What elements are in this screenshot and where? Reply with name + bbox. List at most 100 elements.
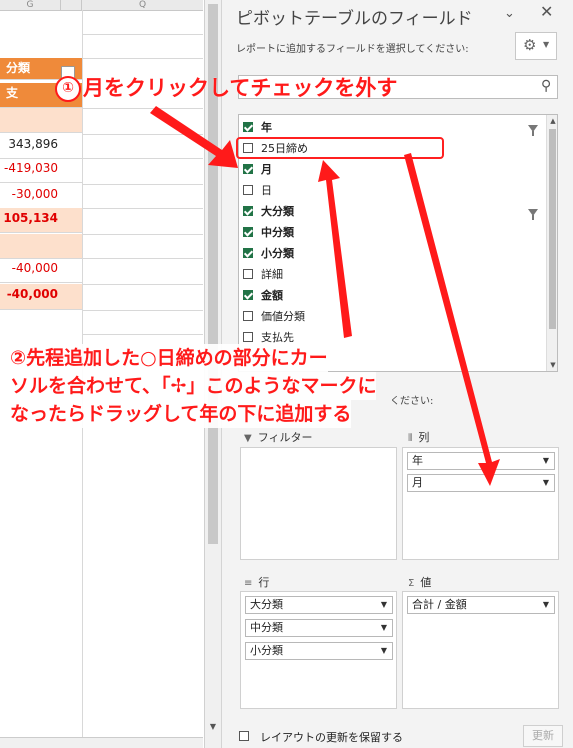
field-checkbox[interactable]	[243, 122, 253, 132]
sheet-horizontal-scrollbar[interactable]	[0, 737, 203, 748]
field-checkbox[interactable]	[243, 206, 253, 216]
scroll-down-icon[interactable]: ▼	[547, 359, 557, 371]
field-label: 小分類	[261, 247, 294, 260]
values-chip-sum[interactable]: 合計 / 金額 ▼	[407, 596, 555, 614]
field-item[interactable]: 詳細	[243, 265, 283, 285]
rows-chip-major[interactable]: 大分類 ▼	[245, 596, 393, 614]
field-label: 大分類	[261, 205, 294, 218]
field-label: 年	[261, 121, 272, 134]
filter-area-header: ▼ フィルター	[244, 429, 312, 445]
filter-funnel-icon	[528, 209, 538, 220]
step2-line1: ②先程追加した○日締めの部分にカー	[10, 344, 328, 372]
chevron-down-icon: ▼	[543, 40, 550, 49]
close-icon[interactable]: ✕	[540, 2, 553, 21]
dropdown-icon: ▼	[380, 646, 387, 655]
field-item[interactable]: 日	[243, 181, 272, 201]
columns-chip-year[interactable]: 年 ▼	[407, 452, 555, 470]
dropdown-icon: ▼	[542, 478, 549, 487]
defer-update-checkbox[interactable]	[239, 731, 249, 741]
step1-text: 月をクリックしてチェックを外す	[83, 76, 398, 100]
chip-label: 年	[412, 454, 423, 467]
field-item[interactable]: 大分類	[243, 202, 294, 222]
step2-line2: ソルを合わせて、「✢」このようなマークに	[10, 372, 377, 400]
sheet-cell[interactable]: -40,000	[0, 258, 82, 283]
search-icon: ⚲	[540, 78, 551, 94]
row-line	[82, 184, 203, 185]
field-item[interactable]: 中分類	[243, 223, 294, 243]
values-drop-area[interactable]: 合計 / 金額 ▼	[402, 591, 559, 709]
row-line	[82, 258, 203, 259]
rows-icon: ≡	[244, 578, 253, 589]
chip-label: 小分類	[250, 644, 283, 657]
field-label: 月	[261, 163, 272, 176]
field-item[interactable]: 価値分類	[243, 307, 305, 327]
column-header-blank[interactable]	[61, 0, 82, 11]
field-item[interactable]: 金額	[243, 286, 283, 306]
sheet-cell[interactable]: -40,000	[0, 284, 82, 310]
update-button[interactable]: 更新	[523, 725, 563, 747]
filter-drop-area[interactable]	[240, 447, 397, 560]
rows-chip-medium[interactable]: 中分類 ▼	[245, 619, 393, 637]
field-checkbox[interactable]	[243, 269, 253, 279]
dropdown-icon: ▼	[380, 623, 387, 632]
step1-number: ①	[55, 76, 81, 102]
field-checkbox[interactable]	[243, 164, 253, 174]
field-list-scrollbar[interactable]: ▲ ▼	[546, 115, 557, 371]
sheet-cell[interactable]: -30,000	[0, 184, 82, 209]
columns-drop-area[interactable]: 年 ▼ 月 ▼	[402, 447, 559, 560]
values-area-header: Σ値	[408, 574, 431, 590]
filter-area-label: フィルター	[257, 431, 313, 444]
chip-label: 合計 / 金額	[412, 598, 467, 611]
scroll-down-icon[interactable]: ▼	[205, 720, 221, 734]
pane-subtitle: レポートに追加するフィールドを選択してください:	[236, 44, 469, 55]
rows-chip-minor[interactable]: 小分類 ▼	[245, 642, 393, 660]
column-header-g[interactable]: G	[0, 0, 61, 11]
columns-area-label: 列	[418, 431, 430, 444]
chip-label: 大分類	[250, 598, 283, 611]
field-label: 中分類	[261, 226, 294, 239]
chevron-down-icon[interactable]: ⌄	[504, 6, 515, 21]
dropdown-icon: ▼	[542, 456, 549, 465]
row-line	[82, 234, 203, 235]
field-checkbox[interactable]	[243, 332, 253, 342]
columns-chip-month[interactable]: 月 ▼	[407, 474, 555, 492]
dropdown-icon: ▼	[542, 600, 549, 609]
sigma-icon: Σ	[408, 578, 415, 589]
field-label: 金額	[261, 289, 283, 302]
sheet-cell[interactable]	[0, 234, 82, 259]
row-line	[82, 158, 203, 159]
field-label: 詳細	[261, 268, 283, 281]
sheet-cell[interactable]: -419,030	[0, 158, 82, 183]
filter-funnel-icon	[528, 125, 538, 136]
step1-annotation: ① 月をクリックしてチェックを外す	[55, 72, 397, 102]
row-line	[82, 34, 203, 35]
scroll-thumb[interactable]	[549, 129, 556, 329]
field-checkbox[interactable]	[243, 290, 253, 300]
column-header-q[interactable]: Q	[82, 0, 203, 11]
header-expense-label: 支	[6, 86, 19, 100]
rows-drop-area[interactable]: 大分類 ▼ 中分類 ▼ 小分類 ▼	[240, 591, 397, 709]
row-line	[82, 108, 203, 109]
scroll-up-icon[interactable]: ▲	[547, 115, 557, 127]
sheet-cell[interactable]: 343,896	[0, 134, 82, 159]
columns-area-header: ⦀ 列	[408, 429, 429, 445]
field-checkbox[interactable]	[243, 185, 253, 195]
tools-button[interactable]: ⚙ ▼	[515, 32, 557, 60]
row-line	[82, 284, 203, 285]
step2-annotation: ②先程追加した○日締めの部分にカー ソルを合わせて、「✢」このようなマークに な…	[10, 344, 460, 428]
field-checkbox[interactable]	[243, 227, 253, 237]
rows-area-label: 行	[258, 576, 270, 589]
dropdown-icon: ▼	[380, 600, 387, 609]
sheet-cell[interactable]: 105,134	[0, 208, 82, 233]
field-checkbox[interactable]	[243, 311, 253, 321]
field-checkbox[interactable]	[243, 248, 253, 258]
field-item[interactable]: 月	[243, 160, 272, 180]
row-line	[82, 134, 203, 135]
sheet-cell[interactable]	[0, 108, 82, 133]
field-item[interactable]: 小分類	[243, 244, 294, 264]
field-item[interactable]: 年	[243, 118, 272, 138]
row-line	[82, 208, 203, 209]
row-line	[82, 310, 203, 311]
row-line	[82, 58, 203, 59]
field-label: 支払先	[261, 331, 294, 344]
